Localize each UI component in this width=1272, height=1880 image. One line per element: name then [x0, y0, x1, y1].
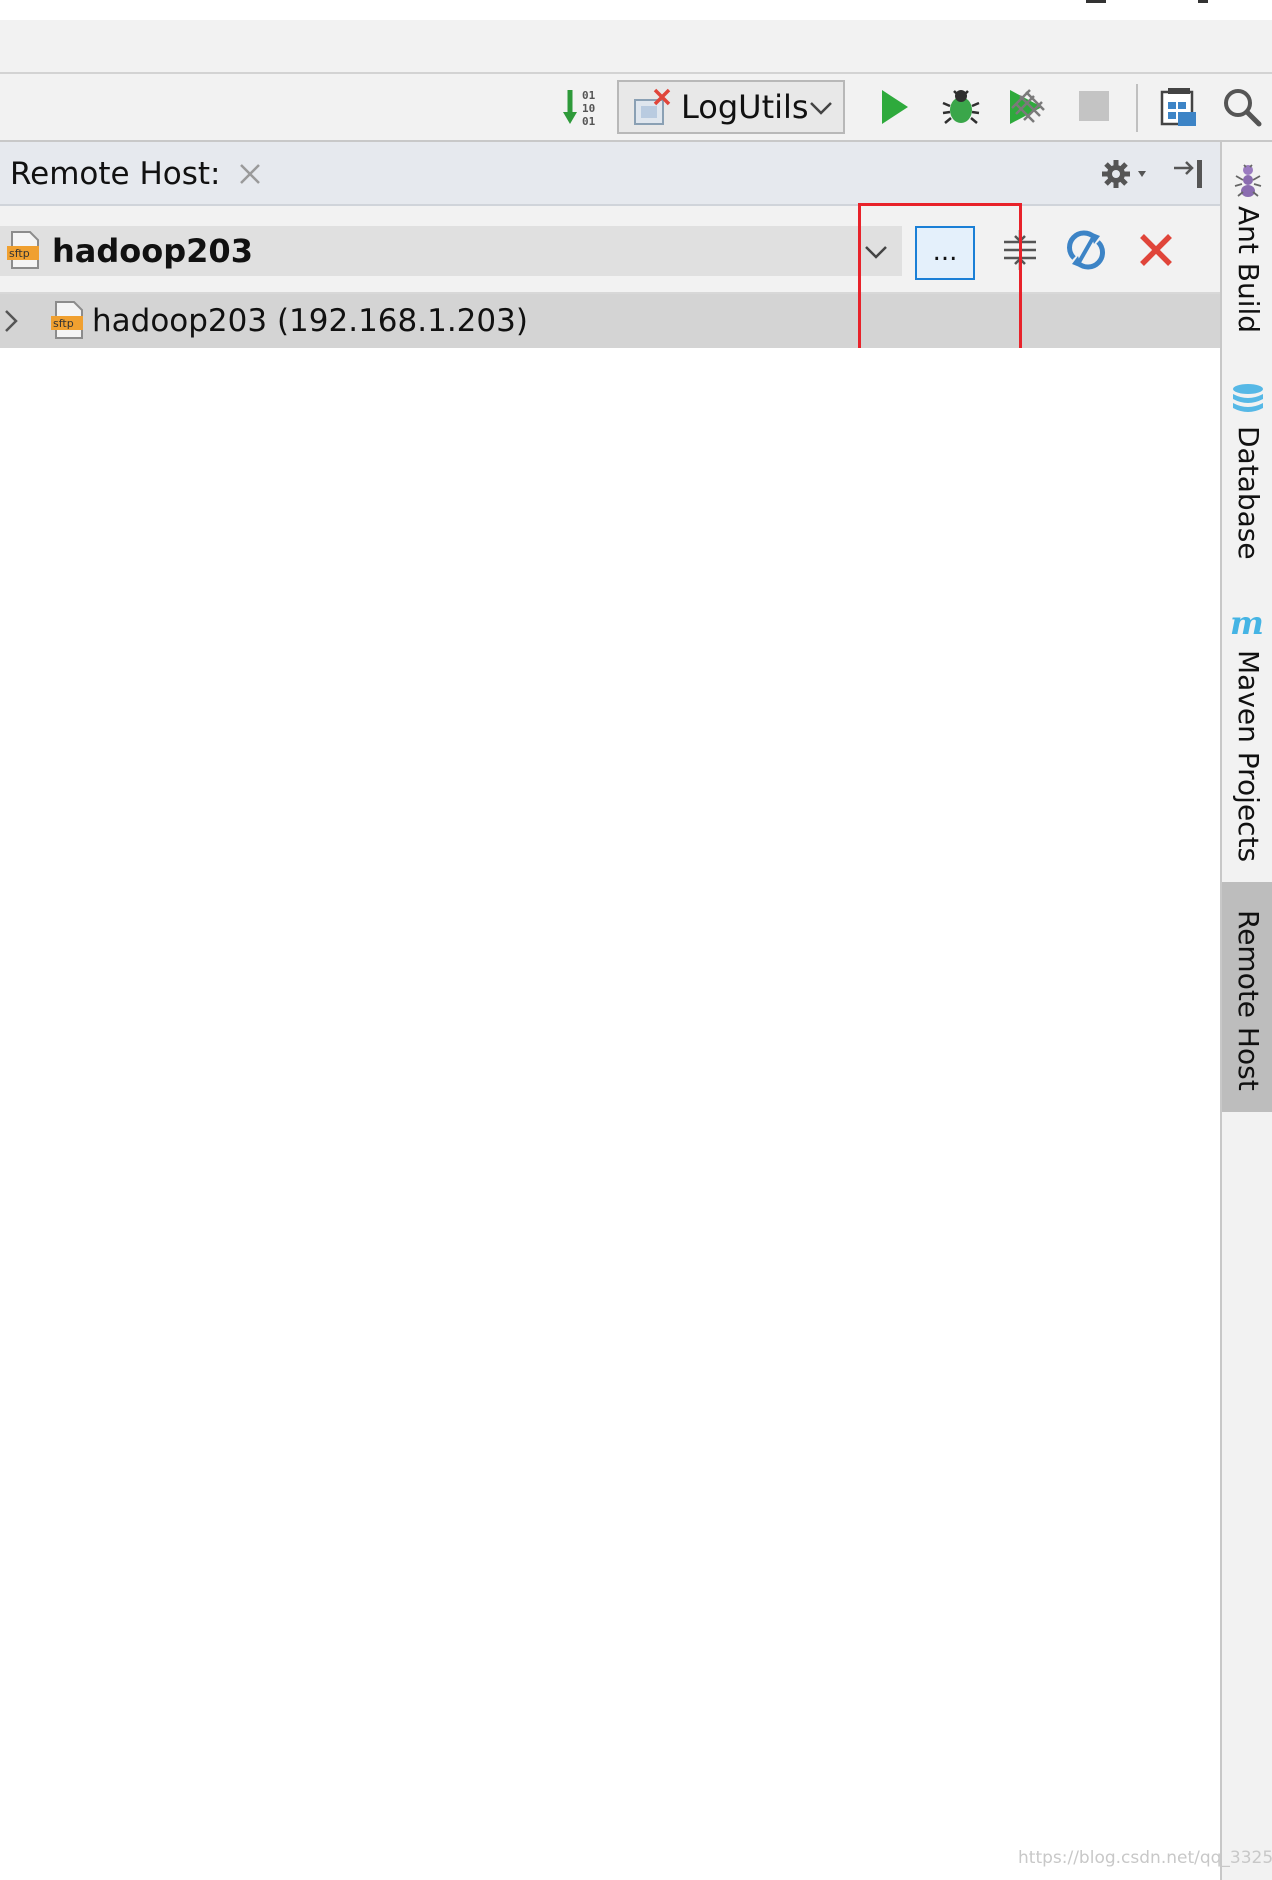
run-config-error-icon — [634, 88, 671, 125]
maven-icon: m — [1230, 606, 1264, 642]
annotation-highlight-box — [858, 203, 1022, 363]
side-tab-ant-build[interactable]: Ant Build — [1222, 162, 1272, 342]
refresh-icon[interactable] — [1064, 228, 1108, 272]
watermark: https://blog.csdn.net/qq_33256876 — [1018, 1848, 1272, 1868]
stop-icon — [1079, 91, 1109, 121]
svg-text:01: 01 — [582, 115, 596, 128]
side-tab-label: Ant Build — [1232, 206, 1265, 334]
run-button[interactable] — [872, 84, 916, 130]
side-tab-label: Remote Host — [1232, 910, 1265, 1091]
svg-text:sftp: sftp — [9, 247, 30, 260]
sftp-icon: sftp — [7, 231, 39, 269]
project-structure-button[interactable] — [1156, 84, 1202, 130]
side-tab-label: Database — [1232, 426, 1265, 560]
side-tab-label: Maven Projects — [1232, 650, 1265, 863]
run-icon — [882, 90, 908, 124]
side-tab-maven-projects[interactable]: m Maven Projects — [1222, 606, 1272, 866]
gear-icon[interactable] — [1100, 156, 1152, 192]
window-mark — [1198, 0, 1208, 3]
panel-title: Remote Host: — [10, 156, 221, 192]
stop-button[interactable] — [1074, 86, 1114, 126]
debug-button[interactable] — [938, 84, 984, 130]
window-top-strip — [0, 0, 1272, 20]
svg-text:01: 01 — [582, 89, 596, 102]
svg-text:sftp: sftp — [53, 317, 74, 330]
selected-host-label: hadoop203 — [52, 232, 253, 270]
ant-icon — [1234, 164, 1262, 197]
host-toolbar: sftp hadoop203 ... — [0, 206, 1220, 294]
remote-host-panel-header: Remote Host: — [0, 142, 1220, 206]
search-everywhere-button[interactable] — [1218, 84, 1266, 130]
sftp-icon: sftp — [51, 301, 83, 339]
host-select-combobox[interactable]: sftp hadoop203 — [0, 226, 902, 276]
chevron-down-icon — [810, 102, 832, 115]
svg-text:m: m — [1230, 606, 1264, 642]
coverage-icon — [1010, 89, 1045, 124]
run-with-coverage-button[interactable] — [1004, 84, 1050, 130]
run-configuration-selector[interactable]: LogUtils — [617, 80, 845, 134]
run-config-label: LogUtils — [681, 88, 809, 126]
remote-host-content-area — [0, 348, 1220, 1880]
project-structure-icon — [1160, 88, 1196, 126]
database-icon — [1233, 384, 1263, 412]
main-toolbar: 01 10 01 LogUtils — [0, 74, 1272, 142]
toolbar-separator — [1136, 84, 1138, 132]
svg-text:10: 10 — [582, 102, 595, 115]
tree-item-label: hadoop203 (192.168.1.203) — [92, 303, 528, 339]
tree-row[interactable]: sftp hadoop203 (192.168.1.203) — [0, 294, 1220, 348]
side-tab-database[interactable]: Database — [1222, 382, 1272, 582]
menu-bar — [0, 20, 1272, 74]
chevron-right-icon[interactable] — [2, 307, 22, 335]
hide-panel-icon[interactable] — [1170, 156, 1206, 192]
minimize-mark — [1086, 0, 1106, 3]
disconnect-icon[interactable] — [1134, 228, 1178, 272]
close-icon[interactable] — [236, 160, 264, 188]
side-tab-remote-host[interactable]: Remote Host — [1222, 882, 1272, 1112]
right-tool-window-strip: Ant Build Database m Maven Projects Remo… — [1220, 142, 1272, 1880]
sort-binary-icon[interactable]: 01 10 01 — [560, 86, 604, 130]
search-icon — [1224, 89, 1262, 127]
bug-icon — [942, 90, 980, 124]
